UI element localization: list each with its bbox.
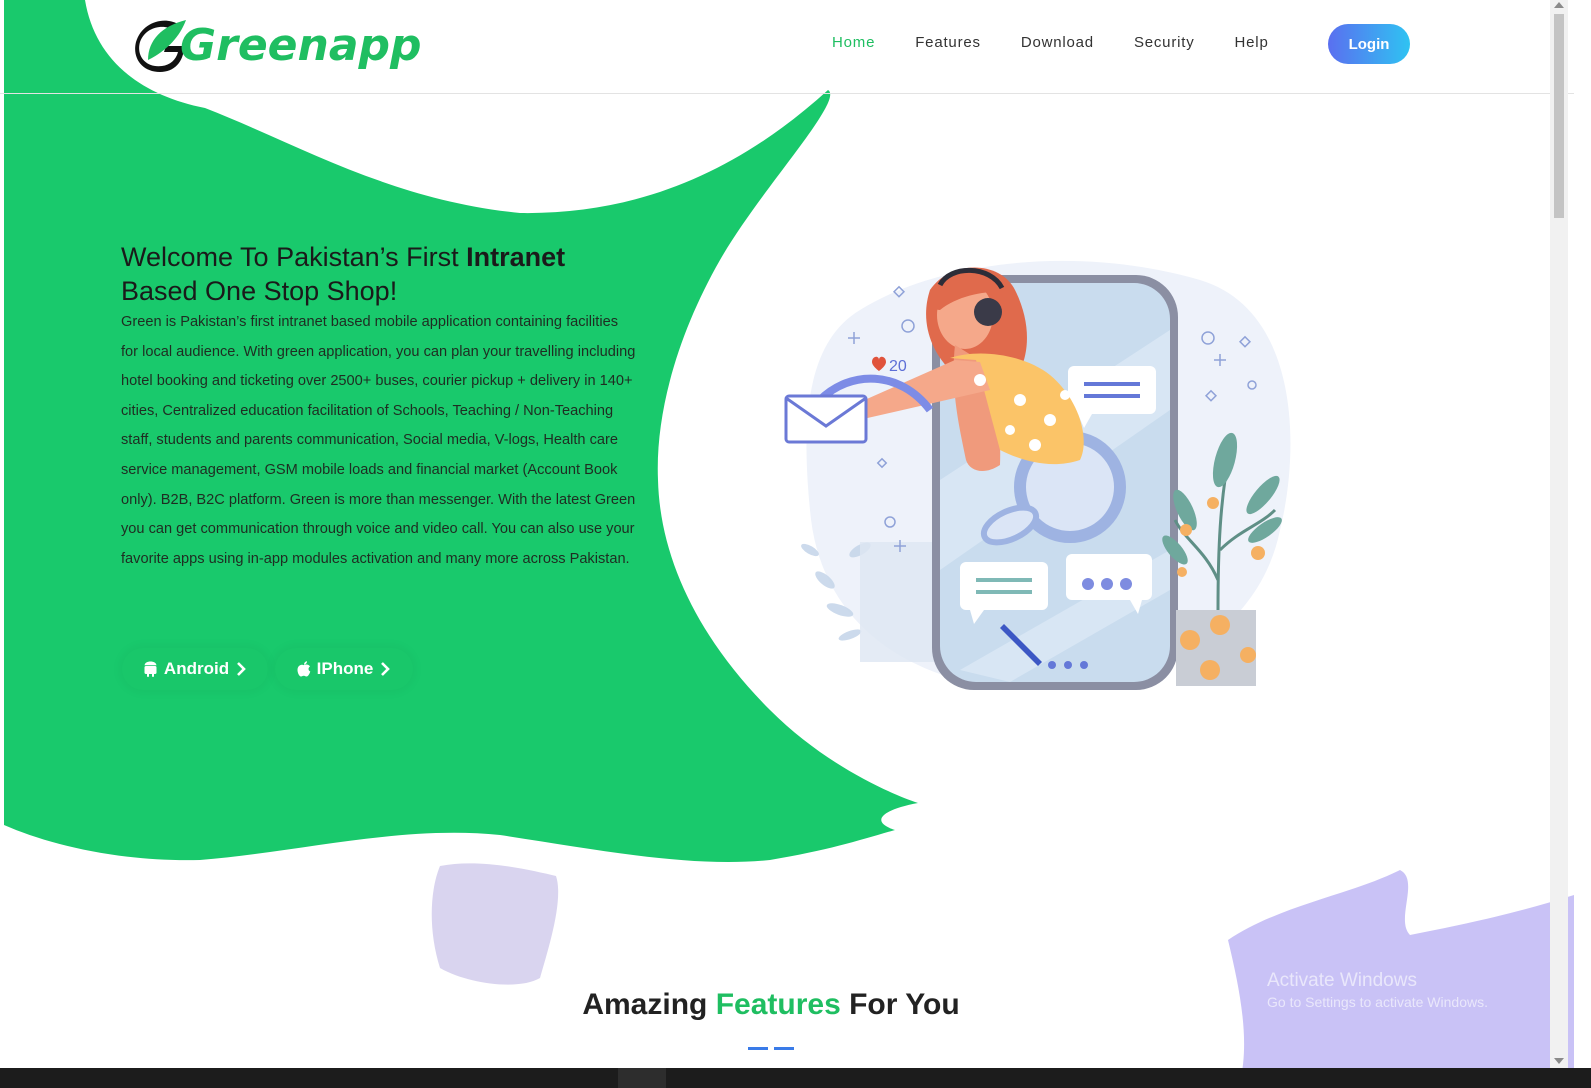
activate-windows-watermark: Activate Windows Go to Settings to activ… <box>1267 970 1488 1010</box>
watermark-line1: Activate Windows <box>1267 970 1417 991</box>
hero-title-part1: Welcome To Pakistan’s First <box>121 242 467 272</box>
taskbar-item[interactable] <box>618 1068 666 1088</box>
android-label: Android <box>163 659 230 678</box>
chevron-right-icon <box>237 662 246 676</box>
features-title-underline <box>748 1047 794 1050</box>
nav-security[interactable]: Security <box>1134 34 1195 51</box>
watermark-line2: Go to Settings to activate Windows. <box>1267 994 1488 1010</box>
page-viewport: Greenapp Home Features Download Security… <box>0 0 1574 1082</box>
hero-title-bold: Intranet <box>466 242 566 272</box>
features-title-highlight: Features <box>715 988 841 1021</box>
nav-help[interactable]: Help <box>1235 34 1269 51</box>
hero-title-part2: Based One Stop Shop! <box>121 276 398 306</box>
android-download-button[interactable]: Android <box>122 648 268 690</box>
features-title-pre: Amazing <box>582 988 716 1021</box>
nav-features[interactable]: Features <box>915 34 981 51</box>
os-taskbar <box>0 1068 1591 1088</box>
brand-name: Greenapp <box>180 20 422 71</box>
iphone-label: IPhone <box>316 659 374 678</box>
main-nav: Home Features Download Security Help <box>832 34 1309 51</box>
site-header: Greenapp Home Features Download Security… <box>0 0 1574 94</box>
vertical-scrollbar[interactable] <box>1550 0 1568 1068</box>
scrollbar-thumb[interactable] <box>1554 14 1564 218</box>
login-button[interactable]: Login <box>1328 24 1410 64</box>
iphone-download-button[interactable]: IPhone <box>275 648 413 690</box>
nav-download[interactable]: Download <box>1021 34 1094 51</box>
support-agent-illustration: 20 <box>784 260 1291 690</box>
brand-logo[interactable]: Greenapp <box>134 14 422 76</box>
hero-description: Green is Pakistan’s first intranet based… <box>121 314 636 567</box>
nav-home[interactable]: Home <box>832 34 875 51</box>
scroll-down-arrow-icon[interactable] <box>1554 1058 1564 1064</box>
scroll-up-arrow-icon[interactable] <box>1554 2 1564 8</box>
chevron-right-icon <box>381 662 391 676</box>
hero-title: Welcome To Pakistan’s First Intranet Base… <box>121 240 641 308</box>
apple-icon <box>297 661 310 677</box>
likes-count: 20 <box>889 358 907 375</box>
android-icon <box>144 661 157 677</box>
features-title-post: For You <box>840 988 960 1021</box>
